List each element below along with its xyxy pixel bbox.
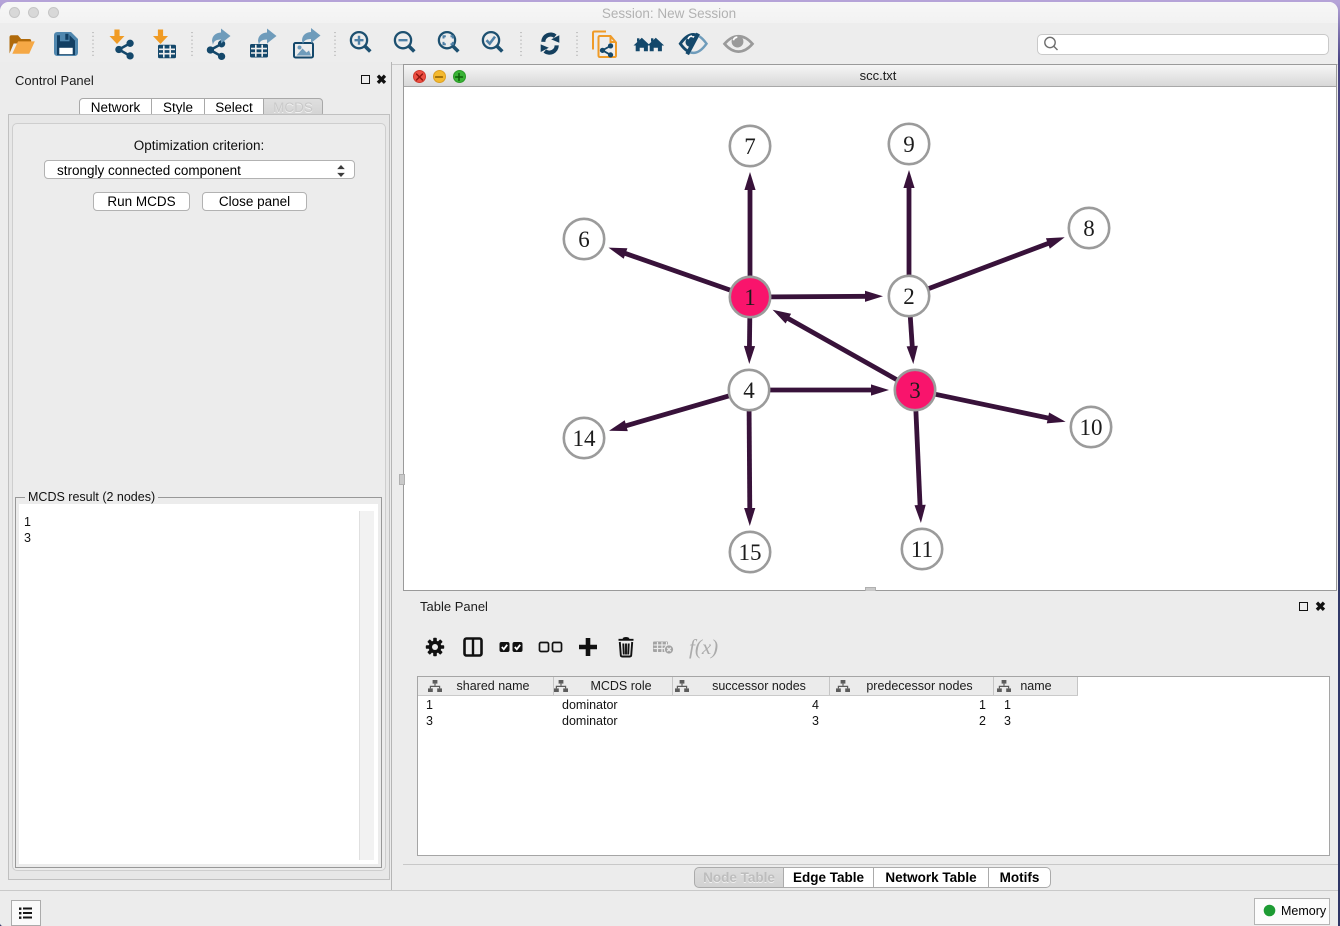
svg-text:2: 2 — [903, 284, 915, 309]
svg-text:f(x): f(x) — [689, 635, 718, 659]
svg-text:15: 15 — [739, 540, 762, 565]
svg-text:14: 14 — [573, 426, 597, 451]
svg-text:4: 4 — [743, 378, 755, 403]
svg-text:8: 8 — [1083, 216, 1095, 241]
svg-text:1: 1 — [744, 285, 756, 310]
svg-text:9: 9 — [903, 132, 915, 157]
svg-text:3: 3 — [909, 378, 921, 403]
svg-text:7: 7 — [744, 134, 756, 159]
svg-text:10: 10 — [1080, 415, 1103, 440]
svg-text:6: 6 — [578, 227, 590, 252]
svg-text:11: 11 — [911, 537, 933, 562]
